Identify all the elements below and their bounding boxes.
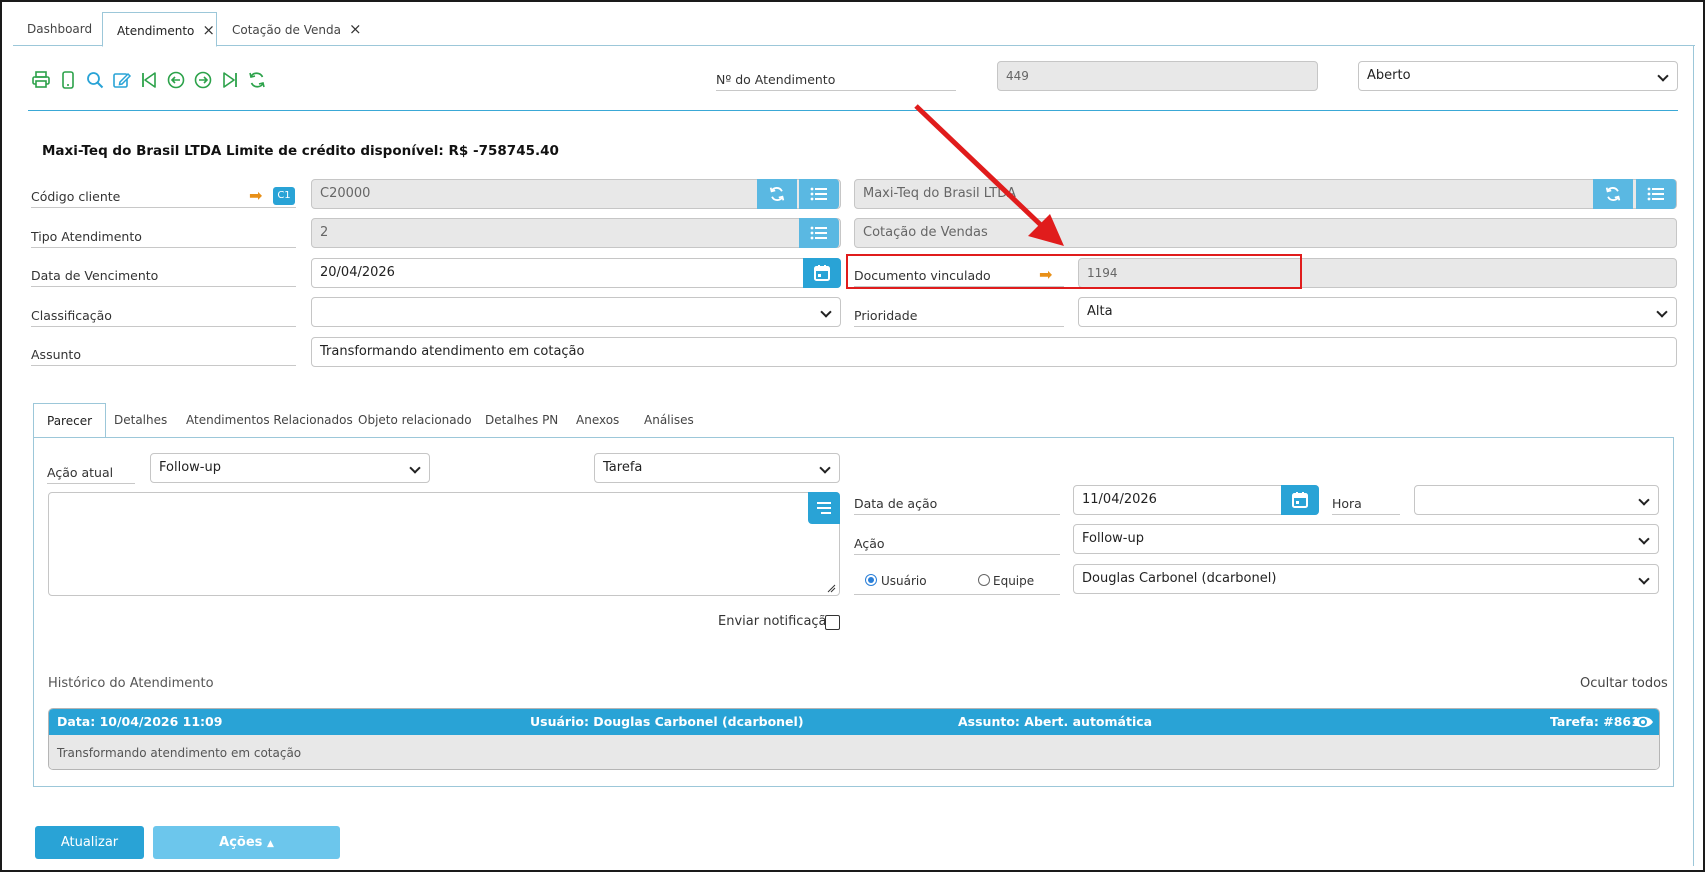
tab-bar: Dashboard Atendimento × Cotação de Venda × xyxy=(13,12,1695,47)
classificacao-select[interactable] xyxy=(311,297,841,327)
historico-entry-body: Transformando atendimento em cotação xyxy=(49,735,1659,769)
text-format-icon[interactable] xyxy=(808,492,840,524)
calendar-icon[interactable] xyxy=(803,258,841,288)
historico-title: Histórico do Atendimento xyxy=(48,676,214,691)
tipo-select[interactable]: Tarefa xyxy=(594,453,840,483)
refresh-icon[interactable] xyxy=(1593,179,1633,209)
historico-entry: Data: 10/04/2026 11:09 Usuário: Douglas … xyxy=(48,708,1660,770)
acoes-button[interactable]: Ações ▲ xyxy=(153,826,340,859)
tab-parecer[interactable]: Parecer xyxy=(33,403,107,438)
calendar-icon[interactable] xyxy=(1281,485,1319,515)
tab-detalhes-pn[interactable]: Detalhes PN xyxy=(472,403,571,438)
toolbar xyxy=(30,68,268,94)
list-icon[interactable] xyxy=(799,218,839,248)
list-icon[interactable] xyxy=(799,179,839,209)
tab-anexos[interactable]: Anexos xyxy=(563,403,632,438)
acoes-button-label: Ações xyxy=(219,835,263,850)
data-acao-label: Data de ação xyxy=(854,496,1060,515)
acao-atual-select[interactable]: Follow-up xyxy=(150,453,430,483)
prioridade-label: Prioridade xyxy=(854,308,1064,327)
refresh-icon[interactable] xyxy=(757,179,797,209)
tab-label: Dashboard xyxy=(27,22,93,36)
historico-entry-header: Data: 10/04/2026 11:09 Usuário: Douglas … xyxy=(49,709,1659,735)
responsavel-select[interactable]: Douglas Carbonel (dcarbonel) xyxy=(1073,564,1659,594)
previous-record-icon[interactable] xyxy=(165,68,187,92)
prioridade-select[interactable]: Alta xyxy=(1078,297,1677,327)
tab-atendimentos-relacionados[interactable]: Atendimentos Relacionados xyxy=(173,403,366,438)
header-divider xyxy=(28,110,1678,111)
historico-assunto: Assunto: Abert. automática xyxy=(958,714,1153,729)
historico-usuario: Usuário: Douglas Carbonel (dcarbonel) xyxy=(530,714,804,729)
tab-label: Cotação de Venda xyxy=(232,23,341,37)
resize-handle-icon[interactable] xyxy=(826,583,836,593)
atualizar-button[interactable]: Atualizar xyxy=(35,826,144,859)
parecer-textarea[interactable] xyxy=(48,492,840,596)
arrow-right-icon[interactable]: ➡ xyxy=(249,186,262,205)
tab-detalhes[interactable]: Detalhes xyxy=(101,403,180,438)
status-select[interactable]: Aberto xyxy=(1358,61,1678,91)
tab-analises[interactable]: Análises xyxy=(631,403,707,438)
search-icon[interactable] xyxy=(84,68,106,92)
c1-badge[interactable]: C1 xyxy=(273,187,295,205)
assunto-field[interactable]: Transformando atendimento em cotação xyxy=(311,337,1677,367)
cliente-nome-field: Maxi-Teq do Brasil LTDA xyxy=(854,179,1677,209)
assunto-label: Assunto xyxy=(31,347,296,366)
edit-icon[interactable] xyxy=(111,68,133,92)
data-vencimento-label: Data de Vencimento xyxy=(31,268,296,287)
refresh-icon[interactable] xyxy=(246,68,268,92)
acao-label: Ação xyxy=(854,536,1060,555)
caret-up-icon: ▲ xyxy=(266,839,274,849)
next-record-icon[interactable] xyxy=(192,68,214,92)
numero-atendimento-label: Nº do Atendimento xyxy=(716,72,956,91)
numero-atendimento-field: 449 xyxy=(997,61,1318,91)
radio-usuario[interactable] xyxy=(865,574,877,586)
enviar-notificacao-label: Enviar notificação xyxy=(718,614,835,629)
annotation-highlight-box xyxy=(846,254,1302,289)
tipo-atendimento-label: Tipo Atendimento xyxy=(31,229,296,248)
tipo-atendimento-desc: Cotação de Vendas xyxy=(854,218,1677,248)
enviar-notificacao-checkbox[interactable] xyxy=(825,615,840,630)
ocultar-todos-link[interactable]: Ocultar todos xyxy=(1580,676,1668,691)
eye-icon[interactable] xyxy=(1632,713,1654,731)
data-vencimento-field[interactable]: 20/04/2026 xyxy=(311,258,841,288)
radio-equipe-label: Equipe xyxy=(993,574,1035,588)
close-icon[interactable]: × xyxy=(349,20,362,38)
historico-data: Data: 10/04/2026 11:09 xyxy=(57,714,223,729)
hora-select[interactable] xyxy=(1414,485,1659,515)
panel-border xyxy=(1693,46,1694,866)
mobile-icon[interactable] xyxy=(57,68,79,92)
tab-label: Atendimento xyxy=(117,24,195,38)
tab-atendimento[interactable]: Atendimento × xyxy=(102,12,217,47)
tipo-atendimento-field: 2 xyxy=(311,218,841,248)
tab-cotacao-venda[interactable]: Cotação de Venda × xyxy=(218,12,376,47)
print-icon[interactable] xyxy=(30,68,52,92)
last-record-icon[interactable] xyxy=(219,68,241,92)
acao-atual-label: Ação atual xyxy=(47,465,135,484)
list-icon[interactable] xyxy=(1636,179,1676,209)
historico-tarefa: Tarefa: #861 xyxy=(1550,714,1640,729)
radio-usuario-label: Usuário xyxy=(881,574,927,588)
hora-label: Hora xyxy=(1332,496,1400,515)
close-icon[interactable]: × xyxy=(202,21,215,39)
tab-objeto-relacionado[interactable]: Objeto relacionado xyxy=(345,403,485,438)
first-record-icon[interactable] xyxy=(138,68,160,92)
acao-select[interactable]: Follow-up xyxy=(1073,524,1659,554)
radio-equipe[interactable] xyxy=(978,574,990,586)
classificacao-label: Classificação xyxy=(31,308,296,327)
tab-dashboard[interactable]: Dashboard xyxy=(13,12,106,47)
client-credit-title: Maxi-Teq do Brasil LTDA Limite de crédit… xyxy=(42,143,559,159)
